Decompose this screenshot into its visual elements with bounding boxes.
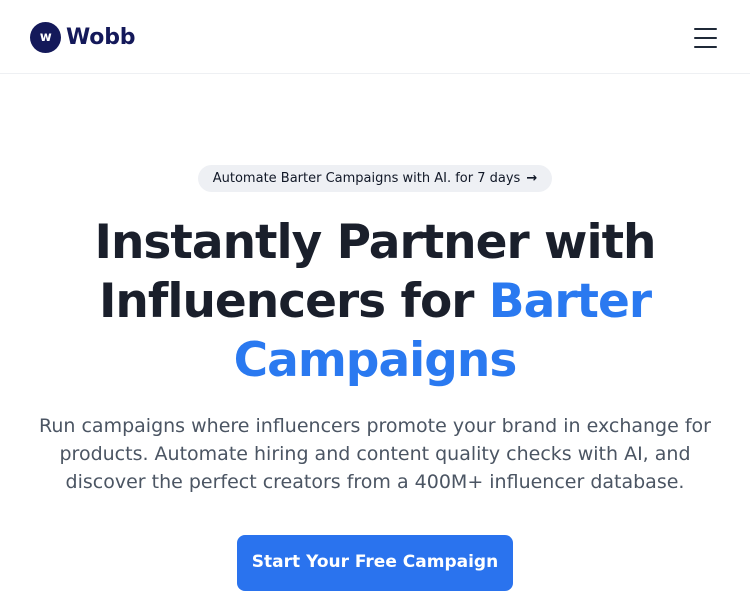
- arrow-right-icon: →: [526, 171, 538, 186]
- hero-title-line2: Influencers for: [98, 274, 474, 329]
- hero-subtitle: Run campaigns where influencers promote …: [39, 415, 711, 493]
- hero-title: Instantly Partner with Influencers for B…: [0, 213, 750, 390]
- logo-mark-icon: w: [30, 22, 61, 53]
- hero-title-accent: Barter: [488, 274, 652, 329]
- hero-title-line1: Instantly Partner with: [94, 215, 656, 270]
- announcement-text: Automate Barter Campaigns with AI. for 7…: [212, 171, 521, 186]
- menu-line: [694, 37, 717, 39]
- menu-line: [694, 28, 717, 30]
- logo[interactable]: w Wobb: [30, 22, 135, 53]
- hamburger-menu-icon[interactable]: [690, 24, 720, 52]
- start-campaign-button[interactable]: Start Your Free Campaign: [237, 535, 513, 591]
- menu-line: [694, 46, 717, 48]
- hero-title-accent-line3: Campaigns: [233, 333, 518, 388]
- announcement-badge[interactable]: Automate Barter Campaigns with AI. for 7…: [198, 165, 552, 192]
- logo-text: Wobb: [66, 25, 136, 50]
- site-header: w Wobb: [0, 0, 750, 74]
